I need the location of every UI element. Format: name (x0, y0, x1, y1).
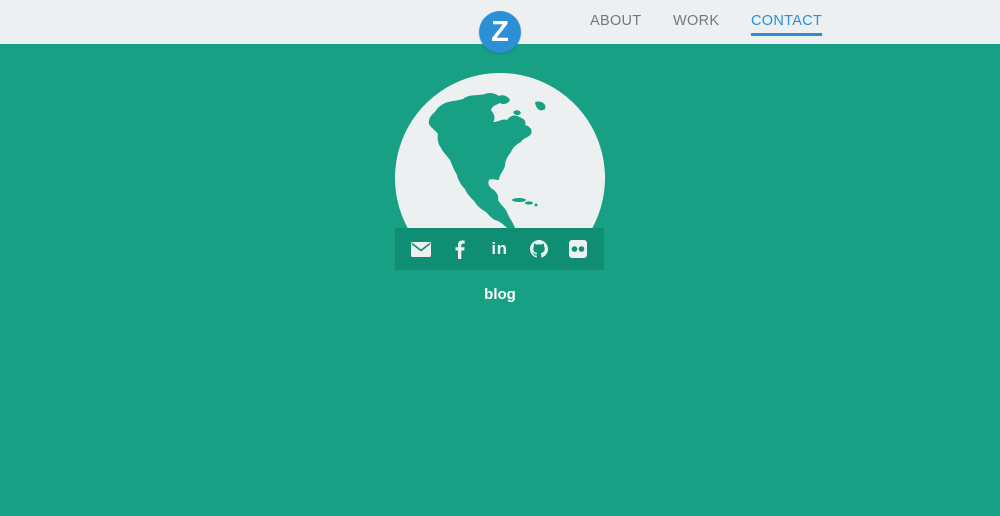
mail-icon[interactable] (408, 236, 434, 262)
flickr-icon[interactable] (565, 236, 591, 262)
nav-work-link[interactable]: WORK (673, 13, 719, 33)
facebook-icon[interactable] (447, 236, 473, 262)
linkedin-icon-text: in (491, 239, 508, 258)
site-logo[interactable]: Z (479, 11, 521, 53)
blog-link[interactable]: blog (0, 286, 1000, 303)
nav-about-link[interactable]: ABOUT (590, 13, 641, 33)
social-links-bar: in (395, 228, 604, 270)
linkedin-icon[interactable]: in (486, 236, 512, 262)
nav-contact-link[interactable]: CONTACT (751, 13, 823, 36)
github-icon[interactable] (526, 236, 552, 262)
logo-letter: Z (491, 16, 509, 48)
